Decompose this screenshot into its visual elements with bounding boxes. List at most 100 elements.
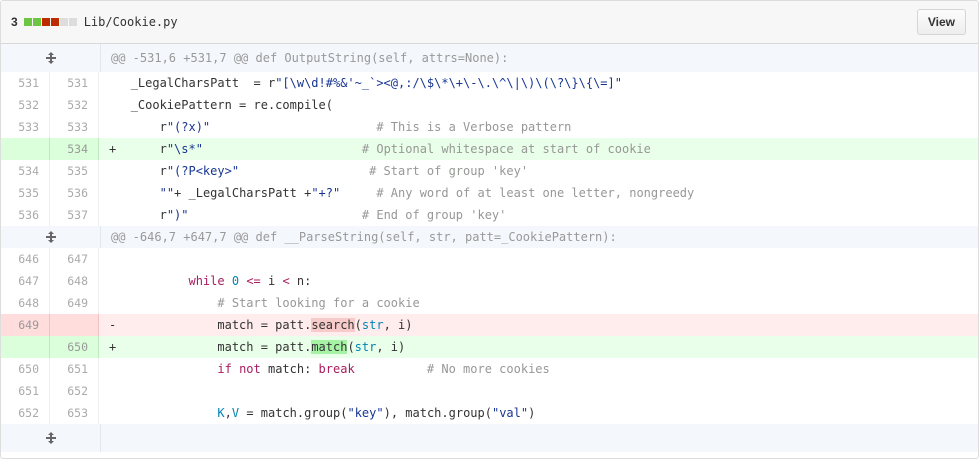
diffstat-block [41, 18, 50, 26]
diff-sign: - [109, 318, 131, 332]
old-line-number[interactable]: 647 [1, 270, 50, 292]
diff-sign [109, 76, 131, 90]
old-line-number[interactable]: 650 [1, 358, 50, 380]
expand-icon[interactable] [1, 424, 101, 452]
diff-line: 536 537 r")" # End of group 'key' [1, 204, 978, 226]
old-line-number[interactable]: 646 [1, 248, 50, 270]
code-token: r [130, 120, 167, 134]
diffstat-block [32, 18, 41, 26]
code-token: r [130, 208, 167, 222]
old-line-number[interactable]: 648 [1, 292, 50, 314]
diffstat-bar [23, 18, 78, 26]
new-line-number[interactable]: 647 [50, 248, 99, 270]
diff-sign [109, 98, 131, 112]
new-line-number[interactable]: 532 [50, 94, 99, 116]
code-line: + r"\s*" # Optional whitespace at start … [99, 138, 978, 160]
old-line-number[interactable]: 535 [1, 182, 50, 204]
expand-icon[interactable] [1, 44, 101, 72]
code-token: V [231, 406, 240, 420]
diff-line: 652 653 K,V = match.group("key"), match.g… [1, 402, 978, 424]
diff-table: @@ -531,6 +531,7 @@ def OutputString(sel… [1, 44, 978, 452]
diff-sign [109, 164, 131, 178]
code-token: # Optional whitespace at start of cookie [361, 142, 651, 156]
code-token: "\s*" [166, 142, 203, 156]
code-line: r")" # End of group 'key' [99, 204, 978, 226]
old-line-number[interactable] [1, 336, 50, 358]
expand-icon[interactable] [1, 226, 101, 248]
new-line-number[interactable]: 534 [50, 138, 99, 160]
code-line: r"(?P<key>" # Start of group 'key' [99, 160, 978, 182]
view-file-button[interactable]: View [916, 9, 966, 35]
new-line-number[interactable] [50, 314, 99, 336]
old-line-number[interactable]: 532 [1, 94, 50, 116]
new-line-number[interactable]: 649 [50, 292, 99, 314]
code-token: , i) [376, 340, 406, 354]
code-token: match = patt. [130, 340, 312, 354]
diff-sign [109, 252, 131, 266]
diff-line: 535 536 ""+ _LegalCharsPatt +"+?" # Any w… [1, 182, 978, 204]
new-line-number[interactable]: 653 [50, 402, 99, 424]
diff-line: 534 535 r"(?P<key>" # Start of group 'key… [1, 160, 978, 182]
diff-line: 649 - match = patt.search(str, i) [1, 314, 978, 336]
code-line: K,V = match.group("key"), match.group("v… [99, 402, 978, 424]
hunk-header: @@ -646,7 +647,7 @@ def __ParseString(se… [1, 226, 978, 248]
code-line: + match = patt.match(str, i) [99, 336, 978, 358]
old-line-number[interactable]: 534 [1, 160, 50, 182]
old-line-number[interactable]: 536 [1, 204, 50, 226]
diff-sign [109, 406, 131, 420]
change-count: 3 [11, 15, 18, 29]
code-token: "" [159, 186, 175, 200]
old-line-number[interactable]: 533 [1, 116, 50, 138]
code-line: _LegalCharsPatt = r"[\w\d!#%&'~_`><@,:/\… [99, 72, 978, 94]
code-line: while 0 <= i < n: [99, 270, 978, 292]
code-token: _CookiePattern = re.compile( [130, 98, 333, 112]
old-line-number[interactable]: 649 [1, 314, 50, 336]
new-line-number[interactable]: 531 [50, 72, 99, 94]
new-line-number[interactable]: 652 [50, 380, 99, 402]
file-header: 3 Lib/Cookie.py View [1, 1, 978, 44]
code-token: ( [347, 340, 355, 354]
code-token: + _LegalCharsPatt + [174, 186, 312, 200]
code-token: while [188, 274, 225, 288]
code-token: match = patt. [130, 318, 312, 332]
old-line-number[interactable] [1, 138, 50, 160]
new-line-number[interactable]: 535 [50, 160, 99, 182]
code-token: # This is a Verbose pattern [376, 120, 572, 134]
code-token: ) [528, 406, 536, 420]
diff-line: 532 532 _CookiePattern = re.compile( [1, 94, 978, 116]
new-line-number[interactable]: 537 [50, 204, 99, 226]
hunk-header-text [101, 424, 978, 452]
code-token: K [217, 406, 225, 420]
new-line-number[interactable]: 533 [50, 116, 99, 138]
new-line-number[interactable]: 651 [50, 358, 99, 380]
diff-line: 650 + match = patt.match(str, i) [1, 336, 978, 358]
code-token: "(?x)" [166, 120, 211, 134]
code-line: # Start looking for a cookie [99, 292, 978, 314]
diffstat-block [50, 18, 59, 26]
file-path[interactable]: Lib/Cookie.py [84, 15, 178, 29]
diffstat-block [23, 18, 32, 26]
new-line-number[interactable]: 536 [50, 182, 99, 204]
diff-line: 533 533 r"(?x)" # This is a Verbose patte… [1, 116, 978, 138]
old-line-number[interactable]: 652 [1, 402, 50, 424]
code-token: ), match.group( [383, 406, 492, 420]
old-line-number[interactable]: 531 [1, 72, 50, 94]
diff-line: 651 652 [1, 380, 978, 402]
new-line-number[interactable]: 650 [50, 336, 99, 358]
diff-sign [109, 120, 131, 134]
diff-line: 650 651 if not match: break # No more coo… [1, 358, 978, 380]
old-line-number[interactable]: 651 [1, 380, 50, 402]
diffstat-block [59, 18, 68, 26]
new-line-number[interactable]: 648 [50, 270, 99, 292]
code-token: match [311, 340, 348, 354]
code-token: break [318, 362, 355, 376]
